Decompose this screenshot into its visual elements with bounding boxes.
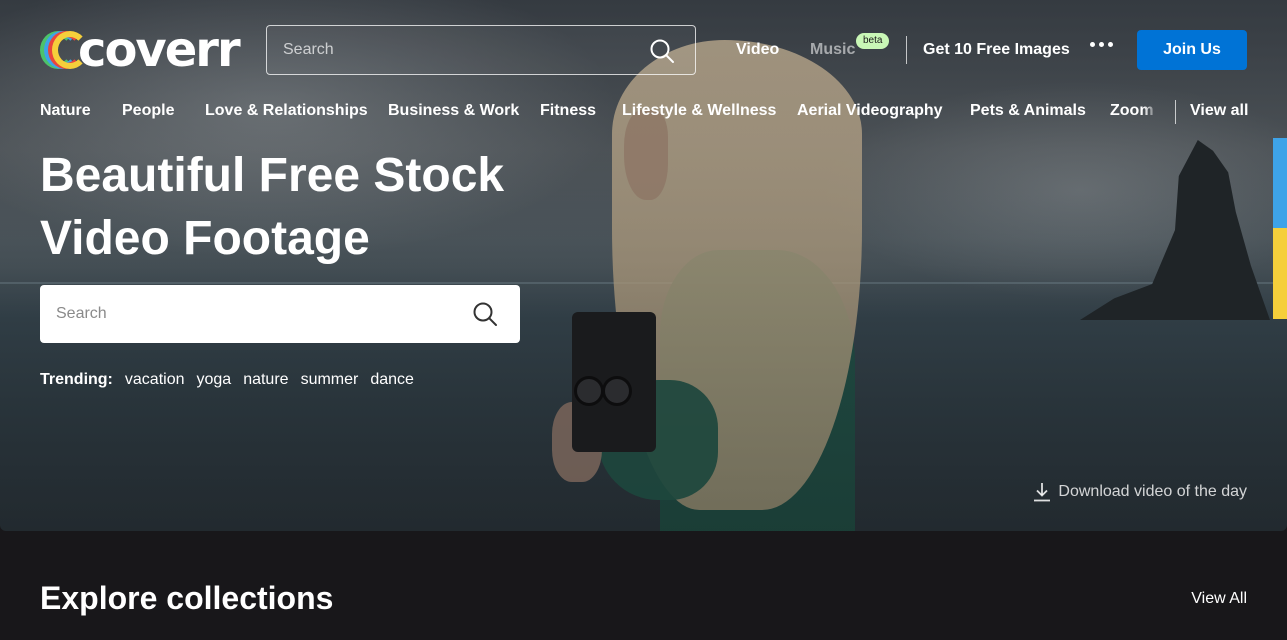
category-divider	[1175, 100, 1176, 124]
hero-headline: Beautiful Free Stock Video Footage	[40, 144, 560, 270]
trending-tag-vacation[interactable]: vacation	[125, 371, 185, 389]
trending-tag-nature[interactable]: nature	[243, 371, 288, 389]
header-search-box[interactable]	[266, 25, 696, 75]
download-icon	[1034, 483, 1051, 502]
trending-tag-dance[interactable]: dance	[370, 371, 414, 389]
category-business-work[interactable]: Business & Work	[388, 102, 519, 120]
hero-search-box[interactable]	[40, 285, 520, 343]
category-nature[interactable]: Nature	[40, 102, 91, 120]
trending-row: Trending: vacation yoga nature summer da…	[40, 371, 426, 389]
collections-view-all-link[interactable]: View All	[1191, 590, 1247, 608]
camera-lens	[574, 376, 604, 406]
category-pets-animals[interactable]: Pets & Animals	[970, 102, 1086, 120]
more-dots-icon[interactable]	[1090, 42, 1113, 47]
coverr-logo[interactable]: coverr	[40, 22, 241, 78]
coverr-logo-mark-icon	[40, 31, 88, 69]
join-us-button[interactable]: Join Us	[1137, 30, 1247, 70]
trending-label: Trending:	[40, 371, 113, 388]
explore-collections-title: Explore collections	[40, 580, 334, 616]
nav-free-images-link[interactable]: Get 10 Free Images	[923, 41, 1070, 59]
category-love-relationships[interactable]: Love & Relationships	[205, 102, 368, 120]
category-bar: Nature People Love & Relationships Busin…	[40, 100, 1248, 124]
trending-tag-yoga[interactable]: yoga	[196, 371, 231, 389]
header-search-input[interactable]	[267, 26, 637, 74]
nav-divider	[906, 36, 907, 64]
category-lifestyle-wellness[interactable]: Lifestyle & Wellness	[622, 102, 776, 120]
category-fitness[interactable]: Fitness	[540, 102, 596, 120]
side-scroll-indicator-blue	[1273, 138, 1287, 228]
hero-section: coverr Video Music beta Get 10 Free Imag…	[0, 0, 1287, 531]
camera-lens	[602, 376, 632, 406]
search-icon[interactable]	[649, 38, 675, 64]
category-people[interactable]: People	[122, 102, 174, 120]
category-zoom-backgrounds[interactable]: Zoom Backgrounds	[1110, 102, 1158, 120]
nav-video-link[interactable]: Video	[736, 41, 779, 59]
hero-headline-line1: Beautiful Free Stock	[40, 149, 505, 202]
nav-music-link[interactable]: Music	[810, 41, 855, 59]
category-view-all[interactable]: View all	[1190, 102, 1248, 120]
side-scroll-indicator-yellow	[1273, 228, 1287, 319]
category-aerial-videography[interactable]: Aerial Videography	[797, 102, 943, 120]
download-video-label: Download video of the day	[1058, 483, 1247, 500]
hero-camera	[572, 312, 656, 452]
hero-search-input[interactable]	[40, 285, 450, 343]
download-video-of-day-link[interactable]: Download video of the day	[1033, 482, 1247, 502]
logo-text: coverr	[78, 22, 241, 78]
beta-badge: beta	[856, 33, 890, 49]
trending-tag-summer[interactable]: summer	[301, 371, 359, 389]
search-icon[interactable]	[472, 301, 498, 327]
hero-headline-line2: Video Footage	[40, 212, 370, 265]
